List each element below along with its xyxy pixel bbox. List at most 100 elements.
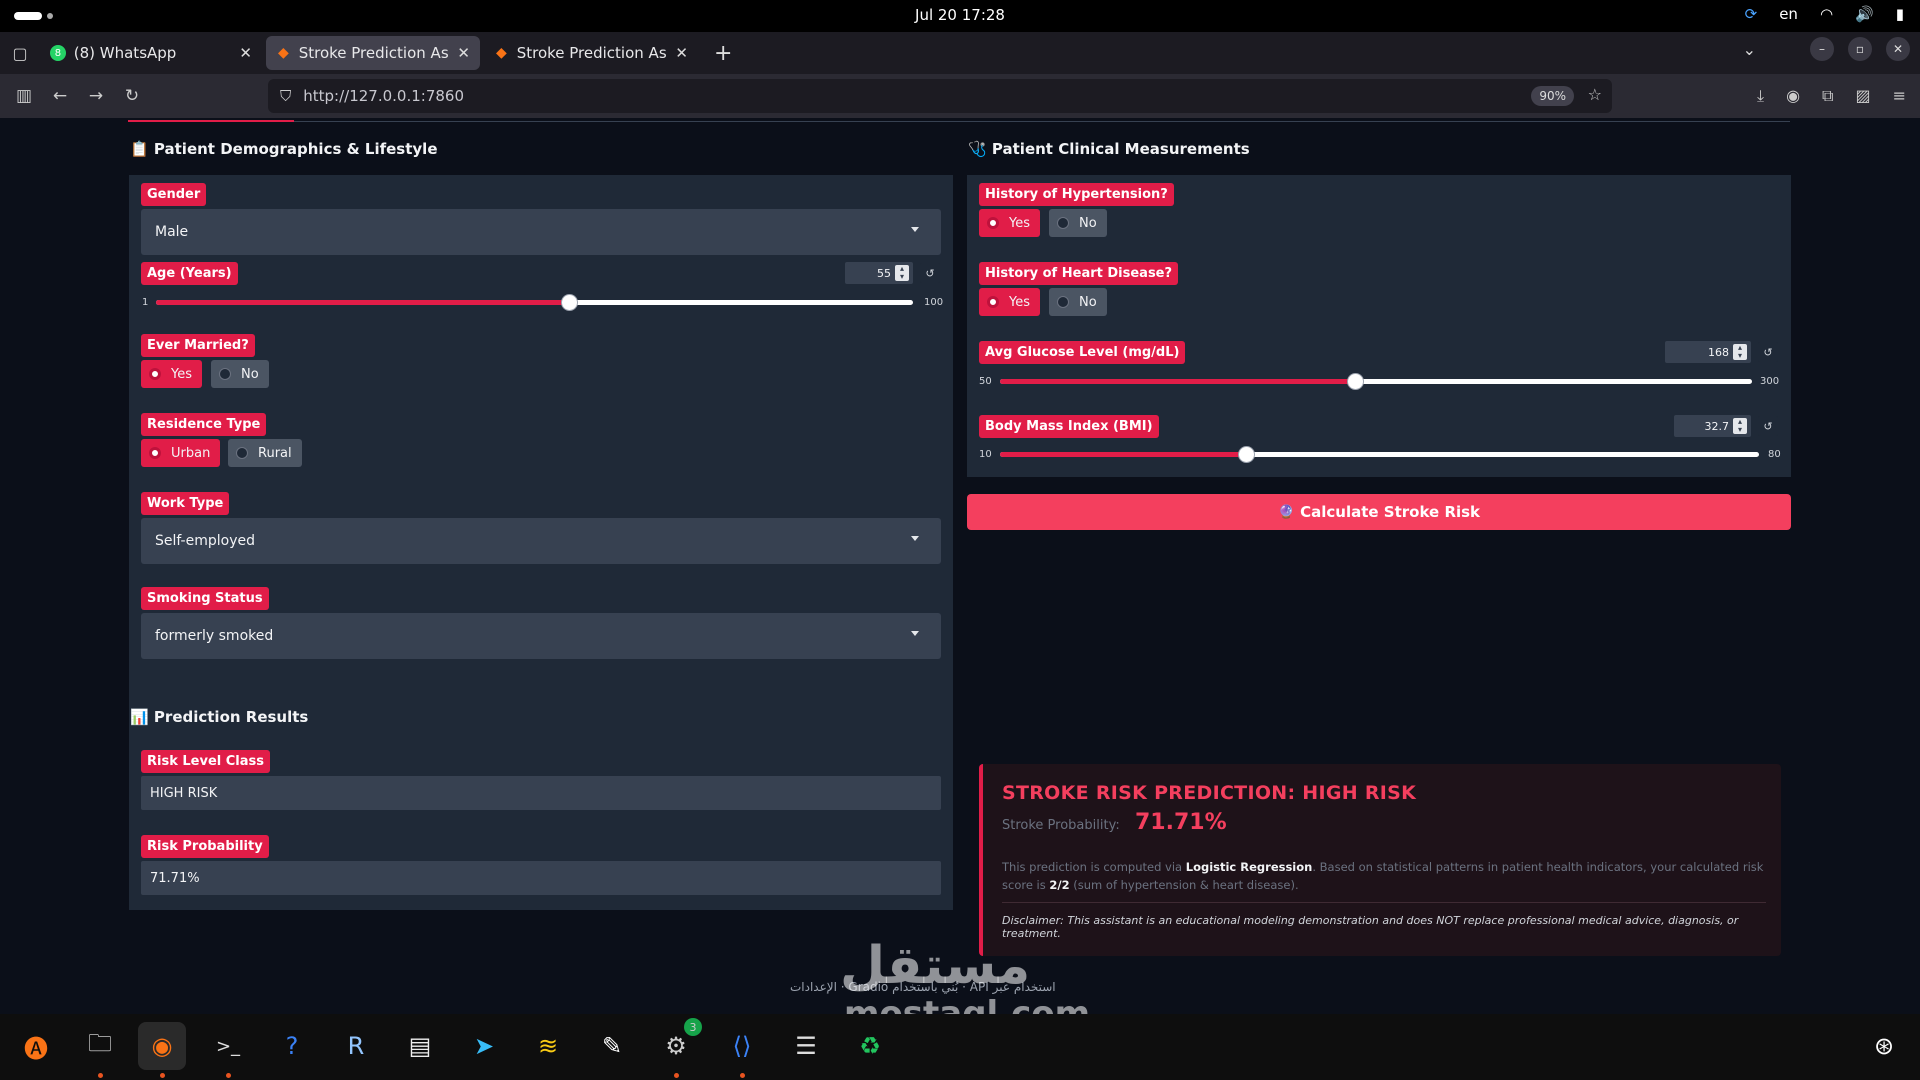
- battery-icon[interactable]: ▮: [1896, 5, 1904, 23]
- radio-label: Yes: [171, 366, 192, 382]
- bmi-number-input[interactable]: 32.7 ▴ ▾: [1674, 415, 1751, 437]
- tab-underline: [128, 121, 1790, 122]
- close-tab-icon[interactable]: ✕: [457, 44, 470, 62]
- risk-class-output[interactable]: HIGH RISK: [141, 776, 941, 810]
- server-app-icon[interactable]: ☰: [782, 1022, 830, 1070]
- risk-class-label: Risk Level Class: [141, 750, 270, 773]
- radio-label: Rural: [258, 445, 292, 461]
- age-number-input[interactable]: 55 ▴ ▾: [845, 262, 913, 284]
- results-panel: Risk Level Class HIGH RISK Risk Probabil…: [129, 742, 953, 910]
- r-app-icon[interactable]: R: [332, 1022, 380, 1070]
- show-apps-icon[interactable]: ⊛: [1860, 1022, 1908, 1070]
- system-clock[interactable]: Jul 20 17:28: [0, 6, 1920, 24]
- married-no-radio[interactable]: No: [211, 360, 269, 388]
- url-bar[interactable]: ⛉ http://127.0.0.1:7860 90% ☆: [268, 79, 1612, 113]
- spinner-icon[interactable]: ▴ ▾: [895, 265, 909, 281]
- gender-label: Gender: [141, 183, 207, 206]
- firefox-icon[interactable]: ◉: [138, 1022, 186, 1078]
- glucose-slider-thumb[interactable]: [1346, 373, 1364, 390]
- bmi-slider-min: 10: [979, 449, 992, 460]
- layers-app-icon[interactable]: ≋: [524, 1022, 572, 1070]
- glucose-number-input[interactable]: 168 ▴ ▾: [1665, 341, 1751, 363]
- tab-whatsapp[interactable]: 8 (8) WhatsApp ✕: [40, 36, 262, 70]
- browser-tab-bar: ▢ 8 (8) WhatsApp ✕ ◆ Stroke Prediction A…: [0, 32, 1920, 74]
- zoom-level[interactable]: 90%: [1531, 86, 1574, 106]
- reload-icon[interactable]: ↻: [114, 86, 150, 106]
- smoking-dropdown[interactable]: formerly smoked: [141, 613, 941, 659]
- new-tab-button[interactable]: +: [714, 41, 732, 66]
- vscode-icon[interactable]: ⟨⟩: [718, 1022, 766, 1078]
- language-indicator[interactable]: en: [1779, 5, 1798, 23]
- dropdown-caret-icon: [911, 227, 919, 232]
- account-icon[interactable]: ◉: [1786, 86, 1800, 106]
- heart-no-radio[interactable]: No: [1049, 288, 1107, 316]
- age-reset-button[interactable]: ↺: [920, 263, 940, 283]
- bmi-reset-button[interactable]: ↺: [1758, 416, 1778, 436]
- shield-icon: ⛉: [280, 87, 292, 105]
- navigation-bar: ▥ ← → ↻ ⛉ http://127.0.0.1:7860 90% ☆ ⤓ …: [0, 74, 1920, 118]
- bmi-slider-thumb[interactable]: [1237, 446, 1255, 463]
- work-type-dropdown[interactable]: Self-employed: [141, 518, 941, 564]
- age-slider-thumb[interactable]: [560, 294, 578, 311]
- screenshot-icon[interactable]: ▨: [1855, 86, 1870, 106]
- tab-stroke-1[interactable]: ◆ Stroke Prediction Assista ✕: [266, 36, 480, 70]
- trash-icon[interactable]: ♻: [846, 1022, 894, 1070]
- divider: [1002, 902, 1766, 903]
- bmi-slider-fill: [1000, 452, 1246, 457]
- calculate-risk-button[interactable]: 🔮 Calculate Stroke Risk: [967, 494, 1791, 530]
- sidebar-toggle-icon[interactable]: ▥: [6, 86, 42, 106]
- text-editor-icon[interactable]: ▤: [396, 1022, 444, 1070]
- bookmark-star-icon[interactable]: ☆: [1588, 85, 1602, 104]
- close-tab-icon[interactable]: ✕: [239, 44, 252, 62]
- glucose-reset-button[interactable]: ↺: [1758, 342, 1778, 362]
- help-icon[interactable]: ?: [268, 1022, 316, 1070]
- downloads-icon[interactable]: ⤓: [1757, 86, 1764, 106]
- spinner-icon[interactable]: ▴ ▾: [1733, 344, 1747, 360]
- inkscape-icon[interactable]: ✎: [588, 1022, 636, 1070]
- menu-icon[interactable]: ≡: [1893, 86, 1906, 106]
- tab-overview-icon[interactable]: ▢: [0, 44, 40, 63]
- hypertension-no-radio[interactable]: No: [1049, 209, 1107, 237]
- work-type-value: Self-employed: [155, 533, 255, 549]
- hypertension-label: History of Hypertension?: [979, 183, 1174, 206]
- extensions-icon[interactable]: ⧉: [1822, 86, 1833, 106]
- app-center-icon[interactable]: 🅐: [12, 1022, 60, 1070]
- gender-dropdown[interactable]: Male: [141, 209, 941, 255]
- glucose-slider-max: 300: [1760, 376, 1780, 387]
- files-icon[interactable]: 🗀: [76, 1022, 124, 1078]
- gradio-icon: ◆: [495, 45, 507, 61]
- update-icon[interactable]: ⟳: [1745, 5, 1758, 23]
- gradio-footer[interactable]: استخدام عبر API · بُني باستخدام Gradio ·…: [790, 980, 1056, 994]
- close-tab-icon[interactable]: ✕: [675, 44, 688, 62]
- maximize-button[interactable]: ▫: [1848, 37, 1872, 61]
- clipboard-icon: 📋: [130, 140, 149, 158]
- settings-icon[interactable]: ⚙ 3: [652, 1018, 702, 1078]
- close-window-button[interactable]: ✕: [1886, 37, 1910, 61]
- residence-label: Residence Type: [141, 413, 267, 436]
- terminal-icon[interactable]: >_: [204, 1022, 252, 1078]
- list-tabs-chevron-icon[interactable]: ⌄: [1743, 40, 1756, 59]
- wifi-icon[interactable]: ◠: [1820, 5, 1833, 23]
- volume-icon[interactable]: 🔊: [1855, 5, 1874, 23]
- residence-urban-radio[interactable]: Urban: [141, 439, 221, 467]
- minimize-button[interactable]: –: [1810, 37, 1834, 61]
- forward-icon[interactable]: →: [78, 86, 114, 106]
- prediction-description: This prediction is computed via Logistic…: [1002, 858, 1772, 894]
- age-slider[interactable]: [156, 294, 913, 311]
- hypertension-yes-radio[interactable]: Yes: [979, 209, 1040, 237]
- clinical-title: 🩺 Patient Clinical Measurements: [968, 140, 1250, 158]
- residence-rural-radio[interactable]: Rural: [228, 439, 302, 467]
- bmi-slider[interactable]: [1000, 446, 1759, 463]
- married-yes-radio[interactable]: Yes: [141, 360, 202, 388]
- telegram-icon[interactable]: ➤: [460, 1022, 508, 1070]
- heart-yes-radio[interactable]: Yes: [979, 288, 1040, 316]
- back-icon[interactable]: ←: [42, 86, 78, 106]
- married-label: Ever Married?: [141, 334, 255, 357]
- tab-stroke-2[interactable]: ◆ Stroke Prediction Assista ✕: [484, 36, 698, 70]
- stethoscope-icon: 🩺: [968, 140, 987, 158]
- glucose-slider[interactable]: [1000, 373, 1752, 390]
- risk-probability-output[interactable]: 71.71%: [141, 861, 941, 895]
- dropdown-caret-icon: [911, 536, 919, 541]
- spinner-icon[interactable]: ▴ ▾: [1733, 418, 1747, 434]
- radio-label: No: [1079, 294, 1097, 310]
